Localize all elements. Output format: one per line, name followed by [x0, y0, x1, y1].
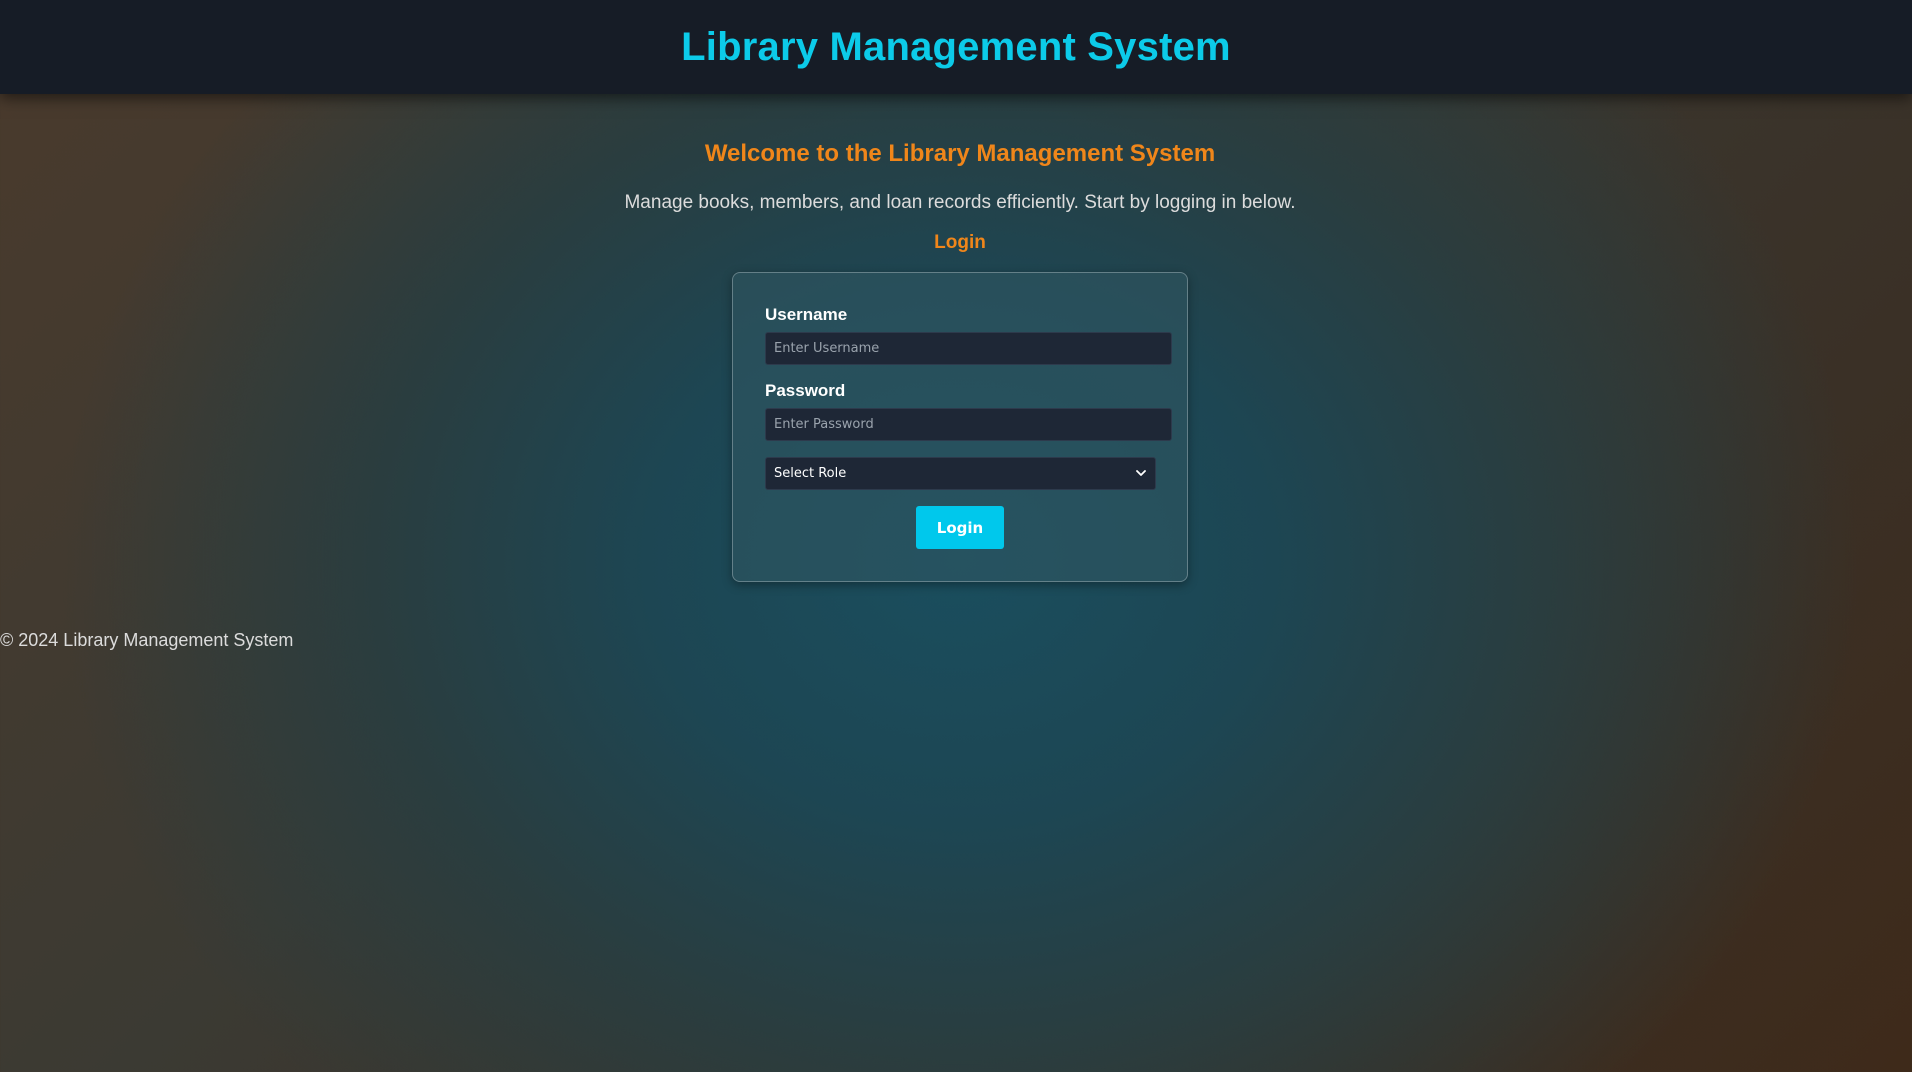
- welcome-title: Welcome to the Library Management System: [704, 140, 1216, 167]
- top-header: Library Management System: [0, 0, 1912, 94]
- password-label: Password: [765, 381, 846, 400]
- username-label: Username: [765, 305, 848, 324]
- login-form: Username Password Select Role Login: [732, 272, 1188, 582]
- app-title: Library Management System: [681, 24, 1231, 69]
- username-input[interactable]: [765, 332, 1172, 365]
- login-button[interactable]: Login: [916, 506, 1004, 549]
- role-select-value: Select Role: [774, 466, 847, 481]
- chevron-down-icon: [1135, 468, 1147, 480]
- footer-copyright: © 2024 Library Management System: [0, 630, 294, 650]
- welcome-subtitle: Manage books, members, and loan records …: [624, 192, 1296, 213]
- password-input[interactable]: [765, 408, 1172, 441]
- login-heading: Login: [934, 232, 986, 253]
- role-select[interactable]: Select Role: [765, 457, 1156, 490]
